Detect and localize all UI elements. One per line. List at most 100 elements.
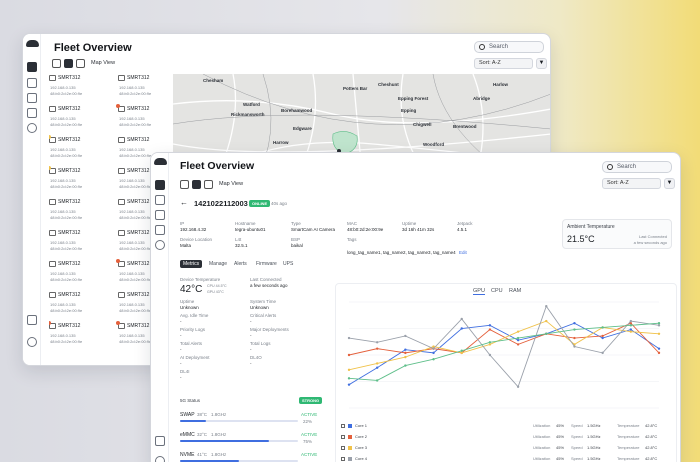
device-name: SMRT312 xyxy=(58,199,81,205)
logs-icon[interactable] xyxy=(27,108,37,118)
map-view-icon[interactable] xyxy=(192,179,201,189)
storage-temp: 38°C xyxy=(197,412,208,417)
home-icon[interactable] xyxy=(52,58,61,68)
device-mac: 48:b0:2d:2e:00:9e xyxy=(119,277,152,282)
device-name: SMRT312 xyxy=(58,323,81,329)
user-icon[interactable] xyxy=(155,240,165,250)
graph-tab-ram[interactable]: RAM xyxy=(509,288,521,294)
tab-firmware[interactable]: Firmware xyxy=(253,260,280,268)
fleet-window-front: Fleet Overview Search Map View Sort: A-Z… xyxy=(150,152,681,462)
core-checkbox[interactable] xyxy=(341,457,345,461)
filter-icon[interactable]: ▼ xyxy=(664,178,675,189)
last-seen: 40s ago xyxy=(271,201,288,206)
core-checkbox[interactable] xyxy=(341,435,345,439)
data-point xyxy=(375,379,379,382)
device-ip: 192.168.0.135 xyxy=(50,116,76,121)
info-label: Type xyxy=(291,221,301,226)
logs-icon[interactable] xyxy=(155,225,165,235)
info-value: long_tag_name1, tag_name2, tag_name3, ta… xyxy=(347,250,456,255)
map-view-icon[interactable] xyxy=(64,58,73,68)
graph-tab-gpu[interactable]: GPU xyxy=(473,288,485,295)
metric-sub: CPU 44.5°C xyxy=(207,284,227,288)
metric-value: - xyxy=(250,347,252,352)
graph-tab-cpu[interactable]: CPU xyxy=(491,288,503,294)
storage-bar xyxy=(180,440,298,442)
devices-icon[interactable] xyxy=(155,180,165,190)
device-card[interactable]: SMRT312 192.168.0.135 48:b0:2d:2e:00:9e xyxy=(49,198,115,229)
metric-label: Priority Logs xyxy=(180,327,206,332)
device-card[interactable]: SMRT312 192.168.0.135 48:b0:2d:2e:00:9e xyxy=(49,135,115,167)
core-speed: 1.5GHz xyxy=(587,423,601,428)
device-ip: 192.168.0.135 xyxy=(119,271,145,276)
device-card[interactable]: SMRT312 192.168.0.135 48:b0:2d:2e:00:9e xyxy=(49,321,115,353)
util-label: Utilization xyxy=(533,434,551,439)
back-arrow-icon[interactable]: ← xyxy=(180,198,188,207)
search-input[interactable]: Search xyxy=(474,41,544,53)
metric-label: AI Deployment xyxy=(180,355,210,360)
data-point xyxy=(545,305,548,308)
metric-value: 42°C xyxy=(180,284,203,295)
data-point xyxy=(657,322,661,325)
tab-alerts[interactable]: Alerts xyxy=(231,260,250,268)
device-ip: 192.168.0.135 xyxy=(119,302,145,307)
data-point xyxy=(657,347,661,350)
account-icon[interactable] xyxy=(27,337,37,347)
grid-view-icon[interactable] xyxy=(204,179,213,189)
util-label: Utilization xyxy=(533,445,551,450)
device-card[interactable]: SMRT312 192.168.0.135 48:b0:2d:2e:00:9e xyxy=(49,74,115,105)
tab-manage[interactable]: Manage xyxy=(206,260,230,268)
search-icon xyxy=(479,44,485,50)
device-ip: 192.168.0.135 xyxy=(119,178,145,183)
fleet-icon[interactable] xyxy=(155,195,165,205)
data-point xyxy=(375,366,379,369)
alert-dot xyxy=(116,104,120,108)
data-point xyxy=(460,351,463,355)
device-card[interactable]: SMRT312 192.168.0.135 48:b0:2d:2e:00:9e xyxy=(49,291,115,322)
sort-select[interactable]: Sort: A-Z xyxy=(602,178,661,189)
device-card[interactable]: SMRT312 192.168.0.135 48:b0:2d:2e:00:9e xyxy=(49,105,115,136)
camera-icon xyxy=(118,168,125,174)
map-place-label: Edgware xyxy=(293,126,312,131)
home-icon[interactable] xyxy=(180,179,189,189)
tab-ups[interactable]: UPS xyxy=(280,260,296,268)
data-point xyxy=(488,328,492,331)
filter-icon[interactable]: ▼ xyxy=(536,58,547,69)
data-point xyxy=(516,338,520,342)
edit-tags-link[interactable]: Edit xyxy=(459,250,467,255)
storage-name: eMMC xyxy=(180,432,195,438)
device-ip: 192.168.0.135 xyxy=(119,85,145,90)
camera-icon xyxy=(49,230,56,236)
core-speed: 1.5GHz xyxy=(587,434,601,439)
bell-icon[interactable] xyxy=(27,315,37,325)
device-card[interactable]: SMRT312 192.168.0.135 48:b0:2d:2e:00:9e xyxy=(49,166,115,198)
core-checkbox[interactable] xyxy=(341,424,345,428)
core-temp: 42.8°C xyxy=(645,423,658,428)
settings-icon[interactable] xyxy=(155,210,165,220)
core-speed: 1.5GHz xyxy=(587,445,601,450)
search-placeholder: Search xyxy=(617,164,637,170)
account-icon[interactable] xyxy=(155,456,165,462)
grid-view-icon[interactable] xyxy=(76,58,85,68)
bell-icon[interactable] xyxy=(155,436,165,446)
core-checkbox[interactable] xyxy=(341,446,345,450)
camera-icon xyxy=(118,292,125,298)
metric-label: Uptime xyxy=(180,299,195,304)
data-point xyxy=(545,319,548,323)
tab-metrics[interactable]: Metrics xyxy=(180,260,203,268)
metric-value: - xyxy=(180,375,182,380)
device-card[interactable]: SMRT312 192.168.0.135 48:b0:2d:2e:00:9e xyxy=(49,260,115,291)
search-input[interactable]: Search xyxy=(602,161,672,173)
device-name: SMRT312 xyxy=(127,168,150,174)
device-ip: 192.168.0.135 xyxy=(50,85,76,90)
user-icon[interactable] xyxy=(27,123,37,133)
data-point xyxy=(516,385,520,388)
settings-icon[interactable] xyxy=(27,93,37,103)
sort-select[interactable]: Sort: A-Z xyxy=(474,58,533,69)
device-card[interactable]: SMRT312 192.168.0.135 48:b0:2d:2e:00:9e xyxy=(49,229,115,260)
core-color-swatch xyxy=(348,446,352,450)
info-value: 32.5.1 xyxy=(235,243,248,248)
info-label: Tags xyxy=(347,237,357,242)
fleet-icon[interactable] xyxy=(27,78,37,88)
devices-icon[interactable] xyxy=(27,62,37,72)
map-place-label: Epping Forest xyxy=(398,96,429,101)
